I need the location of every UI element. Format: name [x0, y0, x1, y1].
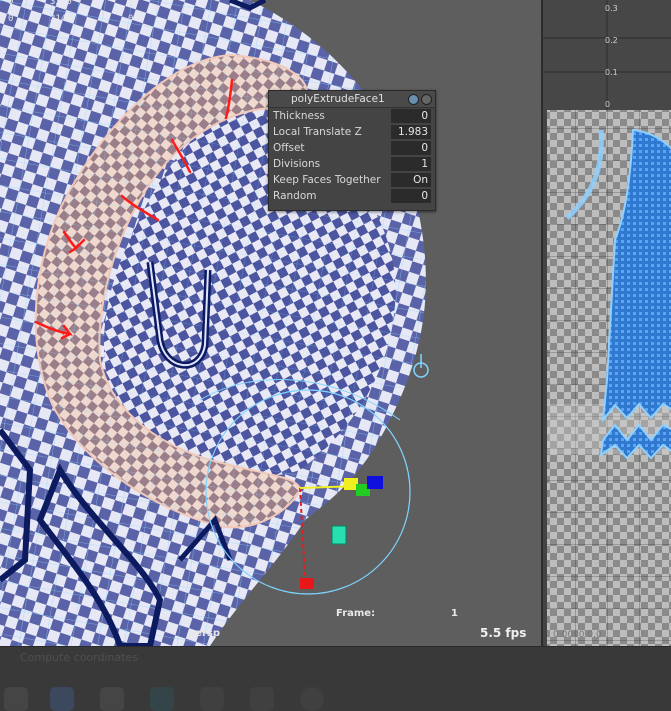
in-view-editor[interactable]: polyExtrudeFace1 Thickness 0 Local Trans…	[268, 90, 436, 211]
pin-icon[interactable]	[408, 94, 419, 105]
attr-value-field[interactable]: 0	[391, 141, 431, 155]
hud-stat-uvs: 2140	[50, 14, 72, 24]
attr-row-keep-faces-together[interactable]: Keep Faces Together On	[269, 172, 435, 188]
attr-label: Divisions	[273, 158, 321, 170]
hud-stat-verts: 0	[8, 0, 14, 7]
attr-value-field[interactable]: On	[391, 173, 431, 187]
attr-label: Local Translate Z	[273, 126, 362, 138]
uv-status-readout: 0.0000 0.0	[553, 630, 602, 640]
uv-tick-label: 0.3	[605, 4, 618, 13]
attr-value-field[interactable]: 1.983	[391, 125, 431, 139]
app-icon[interactable]	[4, 687, 28, 711]
3d-viewport[interactable]: 0 3380 0 0 2140 0 persp Frame: 1 5.5 fps…	[0, 0, 541, 646]
fps-readout: 5.5 fps	[480, 626, 527, 640]
browser-icon[interactable]	[50, 687, 74, 711]
attr-label: Thickness	[273, 110, 325, 122]
in-view-editor-header[interactable]: polyExtrudeFace1	[269, 91, 435, 108]
camera-label: persp	[188, 628, 220, 639]
uv-canvas	[543, 0, 671, 646]
attr-value-field[interactable]: 0	[391, 189, 431, 203]
hud-stat-selected: 0	[128, 14, 134, 24]
uv-tick-label: 0.2	[605, 36, 618, 45]
attr-row-thickness[interactable]: Thickness 0	[269, 108, 435, 124]
attr-label: Keep Faces Together	[273, 174, 381, 186]
attr-value-field[interactable]: 0	[391, 109, 431, 123]
attr-row-local-translate-z[interactable]: Local Translate Z 1.983	[269, 124, 435, 140]
attr-label: Random	[273, 190, 317, 202]
help-line-text: Compute coordinates	[20, 651, 139, 664]
attr-row-offset[interactable]: Offset 0	[269, 140, 435, 156]
uv-tick-label: 0	[605, 100, 611, 109]
image-icon[interactable]	[200, 687, 224, 711]
hud-stat-faces: 0	[128, 0, 134, 7]
hud-stat-edges: 3380	[50, 0, 72, 7]
hud-stat-tris: 0	[8, 14, 14, 24]
frame-label: Frame:	[336, 608, 376, 619]
attr-row-divisions[interactable]: Divisions 1	[269, 156, 435, 172]
attr-value-field[interactable]: 1	[391, 157, 431, 171]
close-icon[interactable]	[421, 94, 432, 105]
frame-value: 1	[451, 608, 458, 619]
node-name: polyExtrudeFace1	[291, 93, 385, 105]
attr-row-random[interactable]: Random 0	[269, 188, 435, 204]
user-icon[interactable]	[100, 687, 124, 711]
uv-tick-label: 0.1	[605, 68, 618, 77]
attr-label: Offset	[273, 142, 305, 154]
calendar-icon[interactable]	[250, 687, 274, 711]
uv-editor-panel[interactable]: 0.3 0.2 0.1 0 0.0000 0.0	[541, 0, 671, 646]
clock-icon[interactable]	[300, 687, 324, 711]
bottom-strip: Compute coordinates	[0, 646, 671, 711]
maya-icon[interactable]	[150, 687, 174, 711]
